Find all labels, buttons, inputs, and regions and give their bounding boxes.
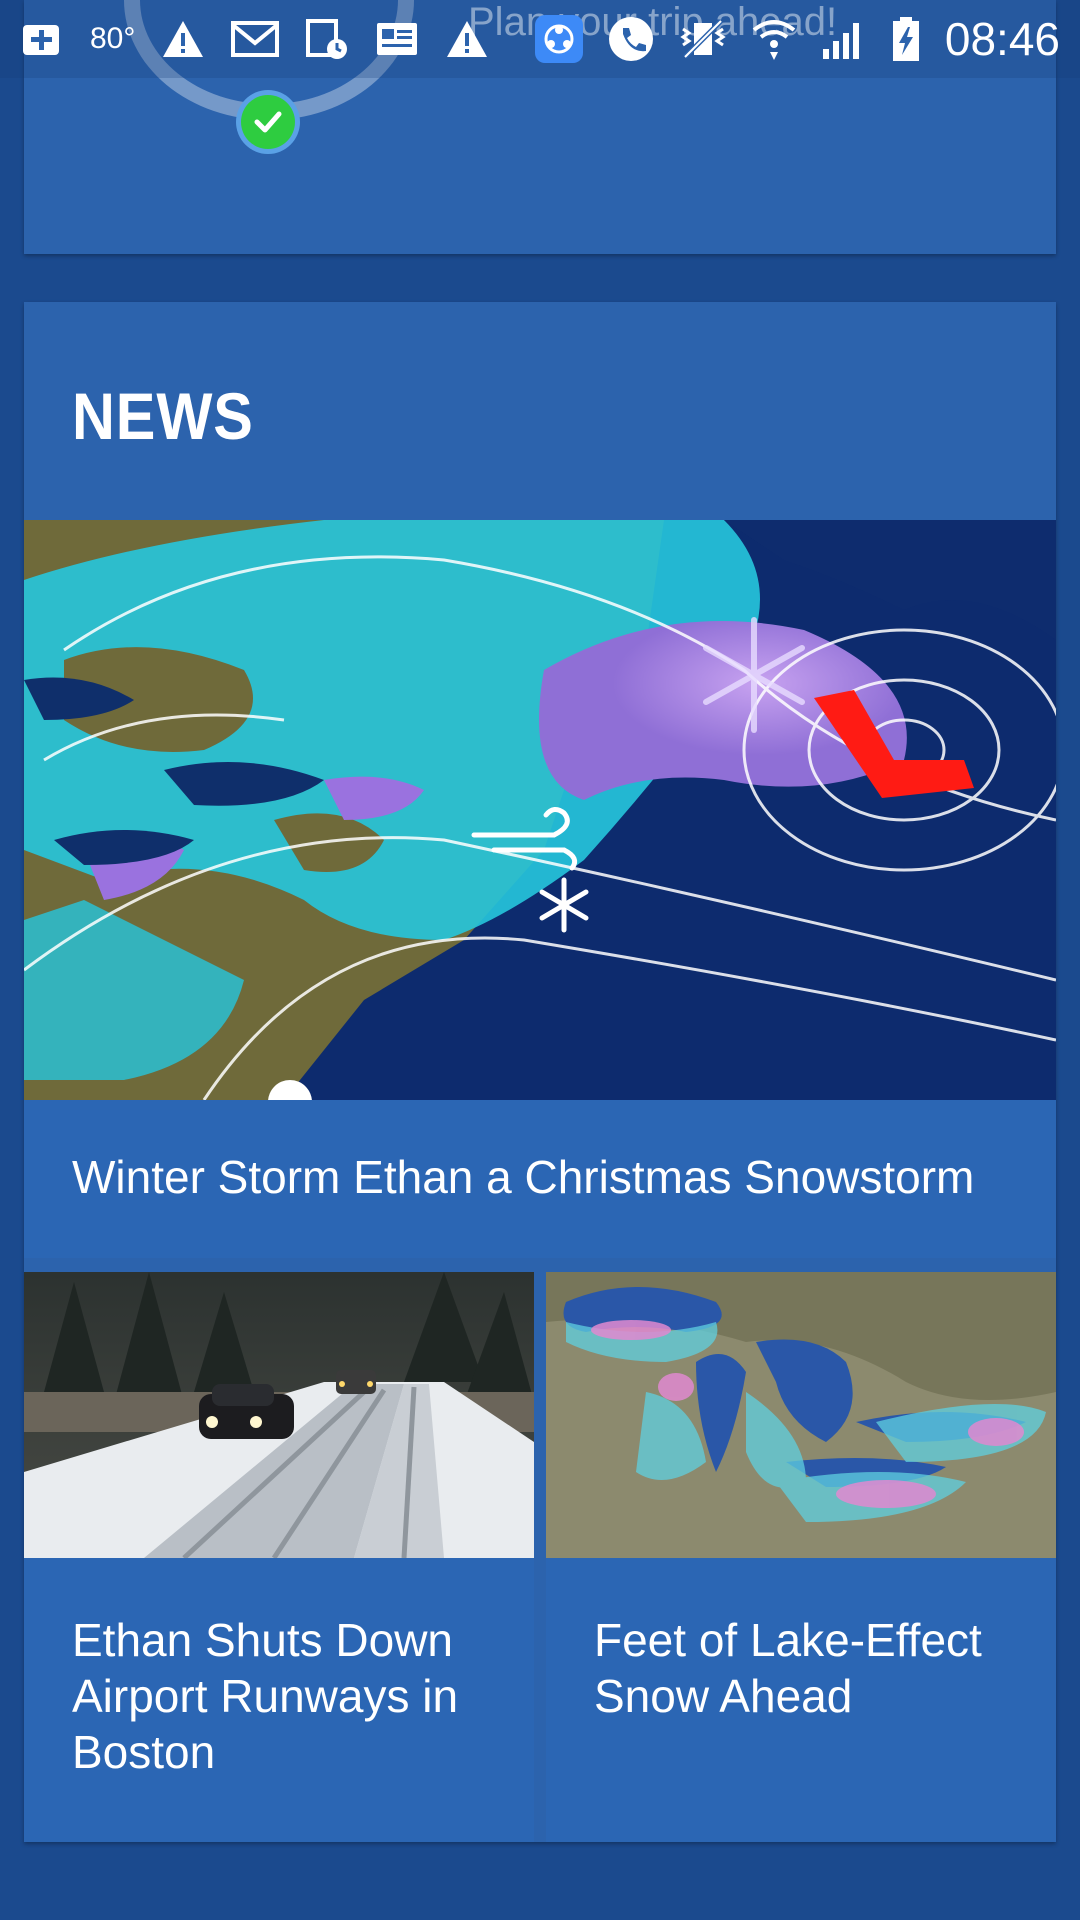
phone-icon (607, 15, 655, 63)
article-headline: Ethan Shuts Down Airport Runways in Bost… (72, 1614, 459, 1778)
storm-map-image[interactable] (24, 520, 1056, 1100)
add-icon (20, 17, 64, 61)
status-bar: Plan your trip ahead! 80° 08:46 (0, 0, 1080, 78)
status-check-badge (236, 90, 300, 154)
vibrate-icon (679, 17, 727, 61)
wifi-icon (751, 16, 797, 62)
app-share-icon (534, 15, 583, 63)
status-bar-left: 80° (20, 12, 489, 66)
warning-icon (161, 19, 205, 59)
battery-charging-icon (891, 15, 921, 63)
check-icon (241, 95, 295, 149)
status-bar-right: 08:46 (534, 12, 1060, 66)
great-lakes-satellite-image (546, 1272, 1056, 1558)
article-card[interactable]: Feet of Lake-Effect Snow Ahead (546, 1272, 1056, 1842)
warning-icon (445, 19, 489, 59)
featured-article-headline: Winter Storm Ethan a Christmas Snowstorm (72, 1151, 975, 1203)
gmail-icon (231, 19, 280, 59)
temperature-readout: 80° (90, 22, 136, 55)
snowy-road-image (24, 1272, 534, 1558)
news-section-title: NEWS (72, 379, 254, 453)
calendar-clock-icon (305, 17, 349, 61)
featured-article-caption[interactable]: Winter Storm Ethan a Christmas Snowstorm (24, 1100, 1056, 1258)
clock-time: 08:46 (944, 13, 1060, 65)
news-card-icon (375, 21, 419, 57)
article-card[interactable]: Ethan Shuts Down Airport Runways in Bost… (24, 1272, 534, 1842)
article-headline: Feet of Lake-Effect Snow Ahead (594, 1614, 982, 1722)
signal-icon (821, 17, 867, 61)
news-card: NEWS Winter Storm Ethan a Christmas Snow… (24, 302, 1056, 1842)
